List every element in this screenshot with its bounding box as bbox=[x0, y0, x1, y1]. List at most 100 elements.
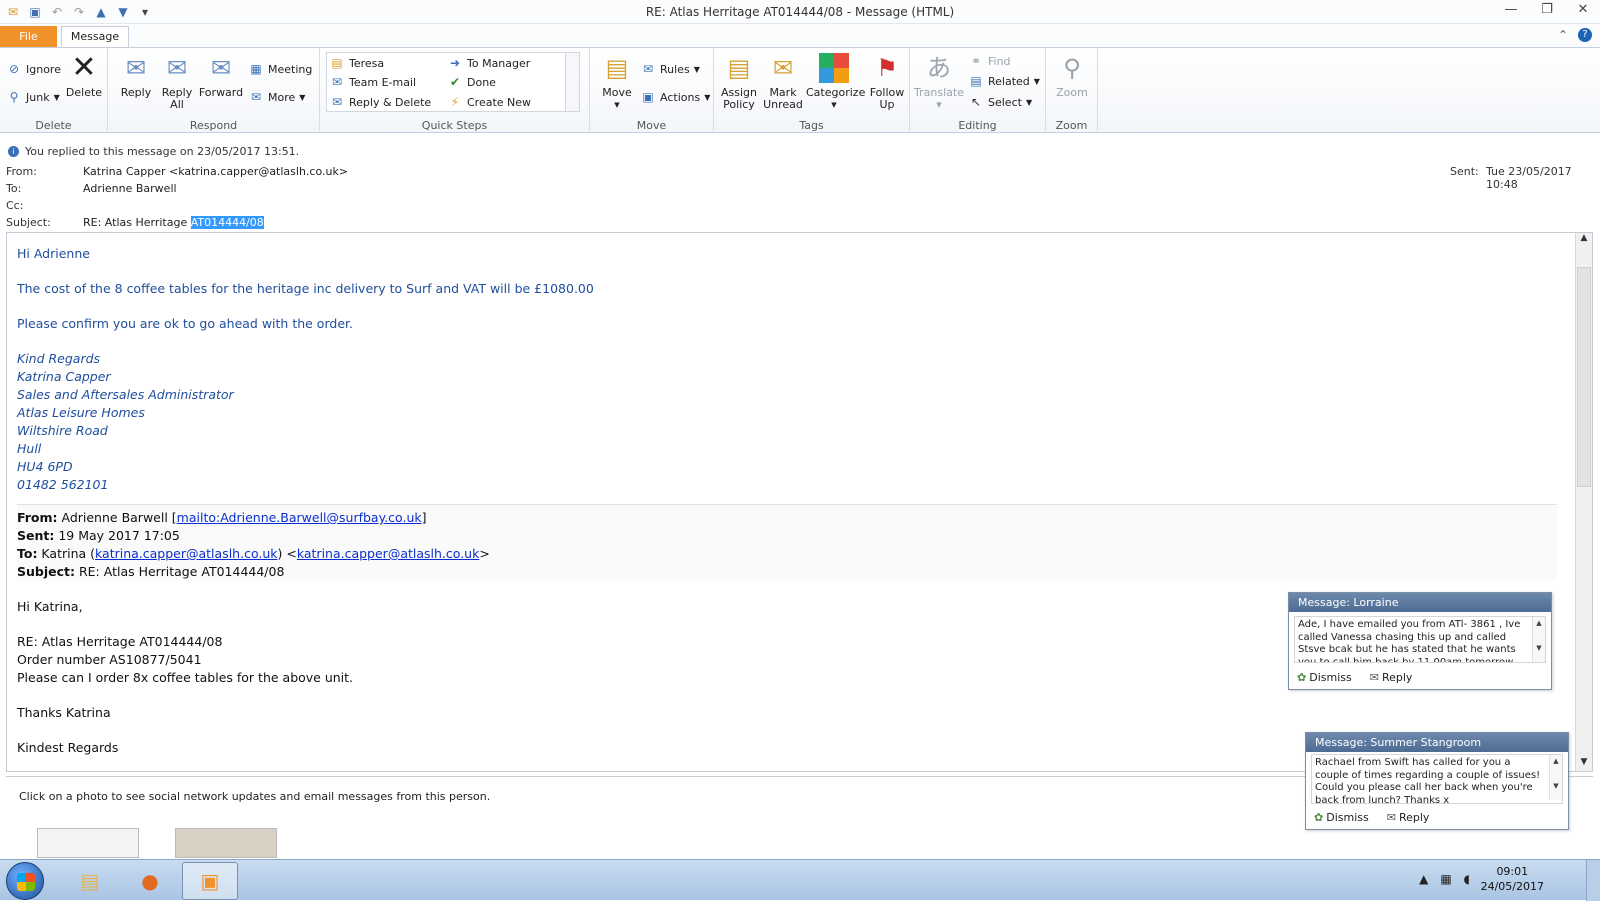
reply-button[interactable]: ✉ Reply bbox=[113, 52, 159, 99]
quick-step-team-email[interactable]: ✉ Team E-mail bbox=[329, 73, 416, 91]
chevron-down-icon: ▼ bbox=[299, 92, 306, 102]
reply-button[interactable]: ✉ Reply bbox=[1370, 671, 1413, 684]
chevron-down-icon: ▼ bbox=[693, 64, 700, 74]
quick-steps-scrollbar[interactable] bbox=[565, 53, 579, 111]
quick-step-to-manager[interactable]: ➜ To Manager bbox=[447, 54, 530, 72]
move-button[interactable]: ▤ Move ▼ bbox=[594, 52, 640, 111]
minimize-ribbon-icon[interactable]: ⌃ bbox=[1558, 28, 1568, 42]
actions-button[interactable]: ▣ Actions ▼ bbox=[640, 88, 710, 106]
window-controls: — ❐ ✕ bbox=[1500, 2, 1594, 20]
more-icon: ✉ bbox=[250, 90, 262, 104]
quick-step-done[interactable]: ✔ Done bbox=[447, 73, 496, 91]
contact-photo-placeholder[interactable] bbox=[37, 828, 139, 858]
respond-group-label: Respond bbox=[189, 119, 238, 132]
translate-button[interactable]: あ Translate ▼ bbox=[914, 52, 964, 111]
scroll-thumb[interactable] bbox=[1577, 267, 1591, 487]
contact-photo[interactable] bbox=[175, 828, 277, 858]
taskbar-explorer[interactable]: ▤ bbox=[62, 862, 118, 900]
body-scrollbar[interactable]: ▲ ▼ bbox=[1575, 233, 1592, 771]
sent-label: Sent: bbox=[1450, 165, 1479, 178]
title-bar: ✉ ▣ ↶ ↷ ▲ ▼ ▾ RE: Atlas Herritage AT0144… bbox=[0, 0, 1600, 24]
delete-button[interactable]: ✕ Delete bbox=[61, 52, 107, 99]
quick-step-reply-delete[interactable]: ✉ Reply & Delete bbox=[329, 93, 431, 111]
clock-date: 24/05/2017 bbox=[1480, 880, 1544, 893]
cursor-arrow-icon: ↖ bbox=[970, 95, 982, 109]
message-alert-summer[interactable]: Message: Summer Stangroom Rachael from S… bbox=[1305, 732, 1569, 830]
meeting-button[interactable]: ▦ Meeting bbox=[248, 60, 312, 78]
scroll-up-arrow-icon[interactable]: ▲ bbox=[1576, 233, 1592, 247]
taskbar: ▤ ● ▣ ▲ ▦ ◖ 09:01 24/05/2017 bbox=[0, 859, 1600, 901]
show-desktop-button[interactable] bbox=[1586, 860, 1600, 901]
zoom-button[interactable]: ⚲ Zoom bbox=[1049, 52, 1095, 99]
from-label: From: bbox=[6, 165, 37, 178]
ignore-icon: ⊘ bbox=[8, 62, 20, 76]
reply-all-button[interactable]: ✉ Reply All bbox=[154, 52, 200, 111]
chevron-down-icon: ▼ bbox=[831, 101, 837, 109]
subject-label: Subject: bbox=[6, 216, 51, 229]
taskbar-firefox[interactable]: ● bbox=[122, 862, 178, 900]
tab-right-controls: ⌃ ? bbox=[1558, 28, 1592, 42]
start-button[interactable] bbox=[6, 862, 44, 900]
rules-icon: ✉ bbox=[642, 62, 654, 76]
tab-message[interactable]: Message bbox=[61, 26, 129, 48]
show-hidden-icons-icon[interactable]: ▲ bbox=[1419, 872, 1428, 886]
related-button[interactable]: ▤ Related ▼ bbox=[968, 72, 1040, 90]
reply-button[interactable]: ✉ Reply bbox=[1387, 811, 1430, 824]
tab-file[interactable]: File bbox=[0, 26, 57, 47]
actions-icon: ▣ bbox=[642, 90, 654, 104]
quick-step-teresa[interactable]: ▤ Teresa bbox=[329, 54, 384, 72]
quick-step-create-new[interactable]: ⚡ Create New bbox=[447, 93, 531, 111]
dismiss-button[interactable]: ✿ Dismiss bbox=[1314, 811, 1369, 824]
message-alert-lorraine[interactable]: Message: Lorraine Ade, I have emailed yo… bbox=[1288, 592, 1552, 690]
folder-icon: ▤ bbox=[80, 869, 100, 893]
lightning-icon: ⚡ bbox=[450, 95, 460, 109]
network-icon[interactable]: ▦ bbox=[1440, 872, 1451, 886]
message-body-pane[interactable]: Hi Adrienne The cost of the 8 coffee tab… bbox=[6, 232, 1593, 772]
junk-button[interactable]: ⚲ Junk ▼ bbox=[6, 88, 60, 106]
clock-time: 09:01 bbox=[1496, 865, 1529, 878]
quoted-sent-line: Sent: 19 May 2017 17:05 bbox=[17, 528, 180, 543]
translate-icon: あ bbox=[927, 54, 951, 82]
quoted-to-link[interactable]: katrina.capper@atlaslh.co.uk bbox=[297, 546, 480, 561]
categorize-button[interactable]: Categorize ▼ bbox=[806, 52, 865, 111]
checkmark-icon: ✔ bbox=[449, 75, 461, 89]
assign-policy-button[interactable]: ▤ Assign Policy bbox=[716, 52, 762, 111]
minimize-button[interactable]: — bbox=[1500, 2, 1522, 20]
taskbar-outlook[interactable]: ▣ bbox=[182, 862, 238, 900]
ignore-button[interactable]: ⊘ Ignore bbox=[6, 60, 61, 78]
alert-actions: ✿ Dismiss ✉ Reply bbox=[1297, 671, 1412, 684]
quick-steps-gallery: ▤ Teresa ✉ Team E-mail ✉ Reply & Delete … bbox=[326, 52, 580, 112]
volume-icon[interactable]: ◖ bbox=[1464, 872, 1470, 886]
reply-icon: ✉ bbox=[125, 54, 147, 82]
dismiss-icon: ✿ bbox=[1297, 671, 1307, 684]
alert-scrollbar[interactable]: ▲ ▼ bbox=[1549, 755, 1562, 800]
reply-all-icon: ✉ bbox=[166, 54, 188, 82]
signature-line: Sales and Aftersales Administrator bbox=[17, 387, 234, 402]
quoted-from-mailto-link[interactable]: mailto:Adrienne.Barwell@surfbay.co.uk bbox=[177, 510, 422, 525]
mark-unread-button[interactable]: ✉ Mark Unread bbox=[760, 52, 806, 111]
signature-line: 01482 562101 bbox=[17, 477, 109, 492]
close-button[interactable]: ✕ bbox=[1572, 2, 1594, 20]
clock[interactable]: 09:01 24/05/2017 bbox=[1481, 864, 1544, 894]
ribbon: ⊘ Ignore ⚲ Junk ▼ ✕ Delete Delete ✉ Repl… bbox=[0, 47, 1600, 134]
scroll-down-arrow-icon[interactable]: ▼ bbox=[1576, 757, 1592, 771]
find-button[interactable]: ⚭ Find bbox=[968, 52, 1011, 70]
forward-button[interactable]: ✉ Forward bbox=[198, 52, 244, 99]
dismiss-button[interactable]: ✿ Dismiss bbox=[1297, 671, 1352, 684]
to-value[interactable]: Adrienne Barwell bbox=[83, 182, 177, 195]
alert-title: Message: Summer Stangroom bbox=[1306, 733, 1568, 752]
more-respond-button[interactable]: ✉ More ▼ bbox=[248, 88, 305, 106]
chevron-down-icon: ▼ bbox=[1025, 97, 1033, 107]
delete-x-icon: ✕ bbox=[71, 50, 97, 85]
calendar-icon: ▦ bbox=[250, 62, 262, 76]
subject-value[interactable]: RE: Atlas Herritage AT014444/08 bbox=[83, 216, 264, 229]
rules-button[interactable]: ✉ Rules ▼ bbox=[640, 60, 700, 78]
follow-up-button[interactable]: ⚑ Follow Up bbox=[864, 52, 910, 111]
quoted-to-link[interactable]: katrina.capper@atlaslh.co.uk bbox=[95, 546, 278, 561]
help-icon[interactable]: ? bbox=[1578, 28, 1592, 42]
body-line-confirm: Please confirm you are ok to go ahead wi… bbox=[17, 316, 353, 331]
restore-button[interactable]: ❐ bbox=[1536, 2, 1558, 20]
alert-scrollbar[interactable]: ▲ ▼ bbox=[1532, 617, 1545, 662]
from-value[interactable]: Katrina Capper <katrina.capper@atlaslh.c… bbox=[83, 165, 348, 178]
select-button[interactable]: ↖ Select ▼ bbox=[968, 93, 1032, 111]
